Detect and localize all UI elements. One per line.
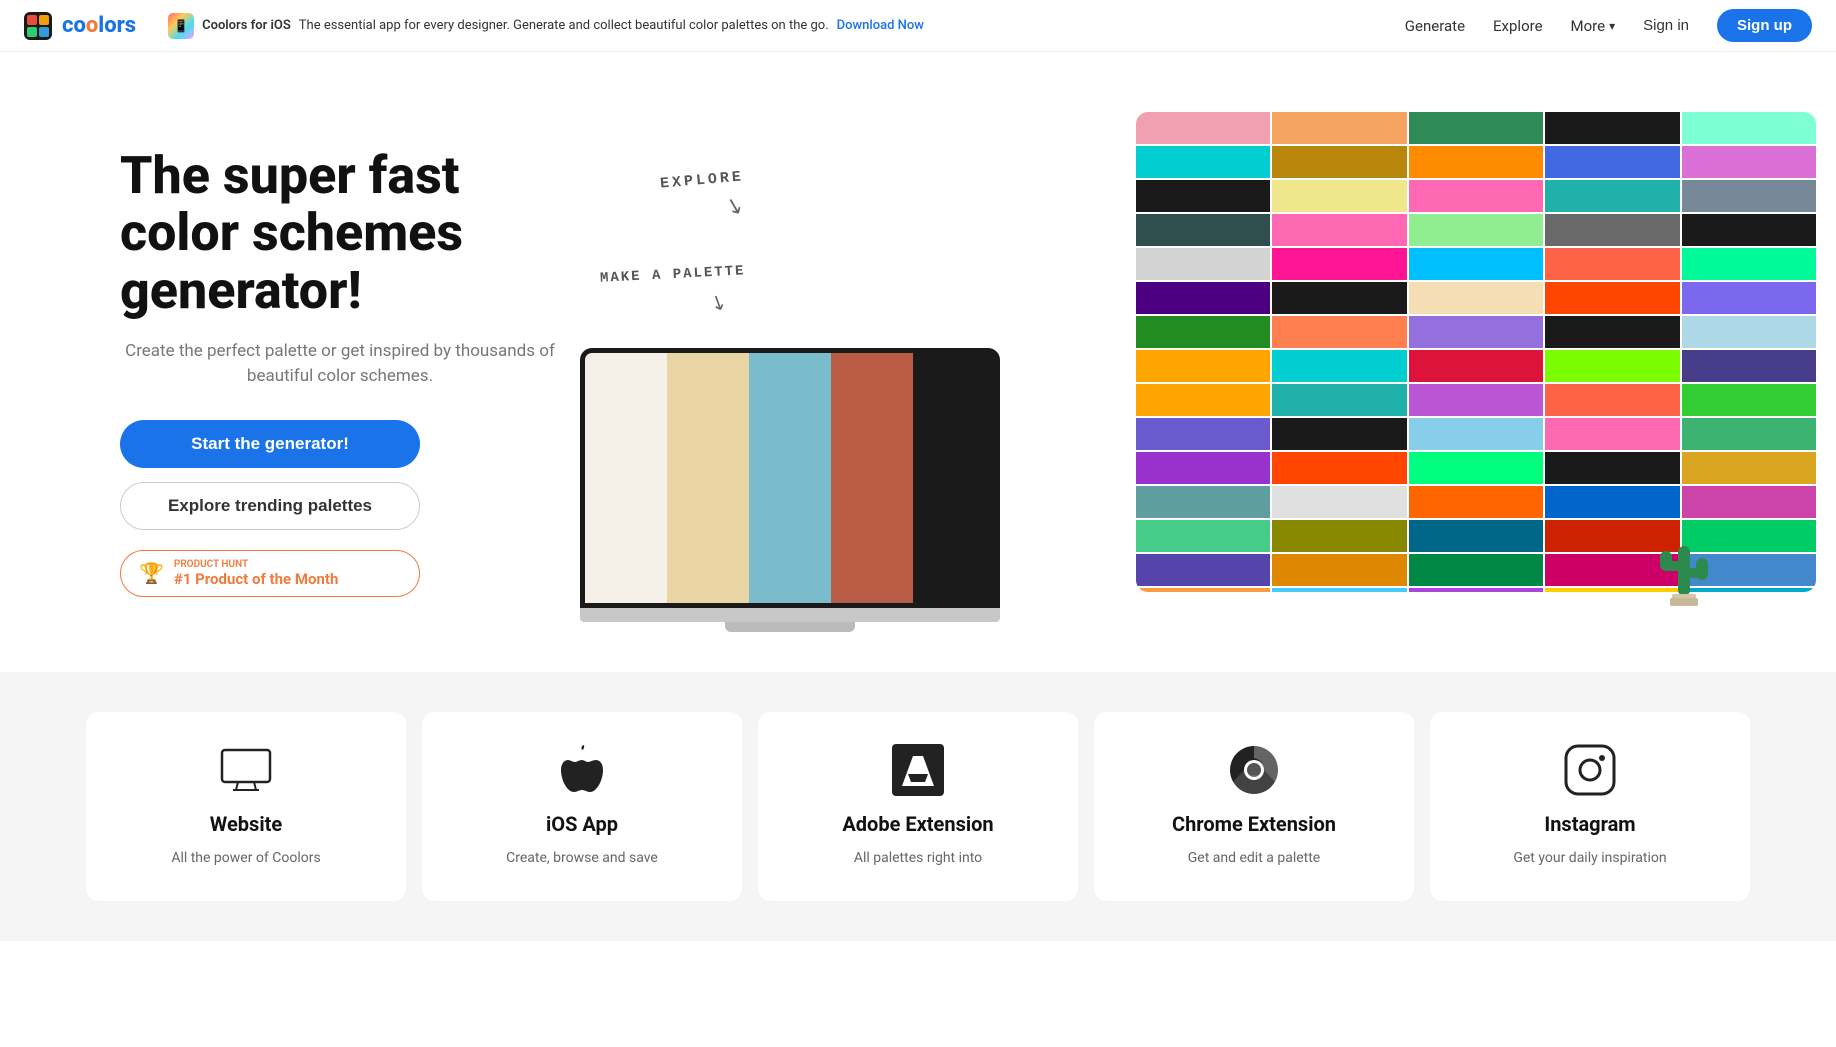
- card-website: Website All the power of Coolors: [86, 712, 406, 901]
- card-ios: iOS App Create, browse and save: [422, 712, 742, 901]
- cards-section: Website All the power of Coolors iOS App…: [0, 672, 1836, 941]
- hero-subtitle: Create the perfect palette or get inspir…: [120, 339, 560, 390]
- logo[interactable]: coolors: [24, 12, 136, 40]
- laptop-stand: [725, 622, 855, 632]
- hero-content: The super fast color schemes generator! …: [120, 147, 560, 597]
- hero-section: The super fast color schemes generator! …: [0, 52, 1836, 672]
- nav-explore[interactable]: Explore: [1493, 17, 1543, 35]
- card-adobe-title: Adobe Extension: [842, 812, 993, 836]
- navbar-nav: Generate Explore More Sign in Sign up: [1405, 9, 1812, 42]
- makepalette-arrow-icon: ↘: [706, 288, 731, 317]
- cactus-decoration: [1652, 526, 1716, 622]
- navbar: coolors 📱 Coolors for iOS The essential …: [0, 0, 1836, 52]
- signin-button[interactable]: Sign in: [1643, 17, 1689, 34]
- hero-title: The super fast color schemes generator!: [120, 147, 560, 319]
- ios-promo-banner: 📱 Coolors for iOS The essential app for …: [168, 13, 924, 39]
- monitor-icon: [220, 744, 272, 796]
- producthunt-badge[interactable]: 🏆 Product Hunt #1 Product of the Month: [120, 550, 420, 597]
- apple-icon: [556, 744, 608, 796]
- ios-download-link[interactable]: Download Now: [837, 18, 924, 33]
- logo-icon: [24, 12, 52, 40]
- nav-generate[interactable]: Generate: [1405, 17, 1465, 35]
- logo-text: coolors: [62, 13, 136, 38]
- card-ios-desc: Create, browse and save: [506, 848, 658, 869]
- cactus-icon: [1652, 526, 1716, 606]
- producthunt-label: Product Hunt: [174, 559, 338, 570]
- laptop-base: [580, 608, 1000, 622]
- hero-illustration: EXPLORE ↘ MAKE A PALETTE ↘: [560, 112, 1756, 632]
- card-website-desc: All the power of Coolors: [171, 848, 320, 869]
- card-website-title: Website: [210, 812, 282, 836]
- explore-arrow-icon: ↘: [722, 192, 746, 221]
- chrome-icon: [1228, 744, 1280, 796]
- start-generator-button[interactable]: Start the generator!: [120, 420, 420, 468]
- laptop-illustration: [580, 348, 1000, 632]
- nav-more[interactable]: More: [1571, 17, 1616, 35]
- card-chrome-desc: Get and edit a palette: [1188, 848, 1320, 869]
- card-chrome: Chrome Extension Get and edit a palette: [1094, 712, 1414, 901]
- laptop-screen: [580, 348, 1000, 608]
- card-adobe: Adobe Extension All palettes right into: [758, 712, 1078, 901]
- adobe-icon: [892, 744, 944, 796]
- producthunt-text: #1 Product of the Month: [174, 570, 338, 588]
- card-chrome-title: Chrome Extension: [1172, 812, 1336, 836]
- trophy-icon: 🏆: [139, 561, 164, 585]
- card-ios-title: iOS App: [546, 812, 618, 836]
- card-instagram: Instagram Get your daily inspiration: [1430, 712, 1750, 901]
- card-instagram-title: Instagram: [1544, 812, 1635, 836]
- ios-promo-desc: The essential app for every designer. Ge…: [299, 18, 829, 33]
- signup-button[interactable]: Sign up: [1717, 9, 1812, 42]
- color-grid: [1136, 112, 1816, 592]
- card-adobe-desc: All palettes right into: [854, 848, 982, 869]
- explore-handlabel: EXPLORE: [659, 168, 744, 192]
- ios-promo-title: Coolors for iOS: [202, 18, 291, 33]
- makepalette-handlabel: MAKE A PALETTE: [600, 263, 746, 287]
- explore-palettes-button[interactable]: Explore trending palettes: [120, 482, 420, 530]
- instagram-icon: [1564, 744, 1616, 796]
- ios-app-icon: 📱: [168, 13, 194, 39]
- card-instagram-desc: Get your daily inspiration: [1513, 848, 1666, 869]
